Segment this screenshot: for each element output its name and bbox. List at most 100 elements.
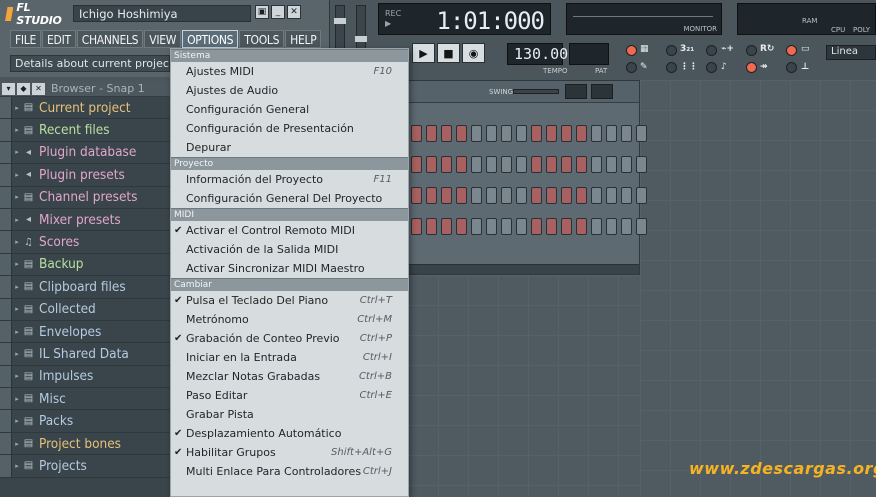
step-button[interactable] (576, 187, 587, 204)
snap-toggle[interactable] (786, 62, 797, 73)
menu-tools[interactable]: TOOLS (239, 30, 285, 48)
browser-item[interactable]: ▸ ▤ Collected (0, 298, 170, 321)
menu-item[interactable]: Activar Sincronizar MIDI Maestro (171, 259, 408, 278)
menu-item[interactable]: Mezclar Notas Grabadas Ctrl+B (171, 367, 408, 386)
step-button[interactable] (471, 125, 482, 142)
master-volume-slider[interactable] (334, 5, 346, 53)
step-button[interactable] (486, 187, 497, 204)
step-button[interactable] (576, 218, 587, 235)
step-button[interactable] (426, 125, 437, 142)
workspace-grid[interactable] (408, 275, 640, 497)
step-button[interactable] (531, 218, 542, 235)
expand-arrow-icon[interactable]: ▸ (12, 395, 22, 403)
step-button[interactable] (591, 156, 602, 173)
expand-arrow-icon[interactable]: ▸ (12, 126, 22, 134)
menu-options[interactable]: OPTIONS (182, 30, 239, 48)
browser-item[interactable]: ▸ ▤ Current project (0, 97, 170, 120)
keyboard-editor-button[interactable] (591, 84, 613, 99)
blend-toggle[interactable] (706, 45, 717, 56)
step-button[interactable] (471, 156, 482, 173)
countdown-toggle[interactable] (666, 45, 677, 56)
multilink-toggle[interactable] (786, 45, 797, 56)
browser-item[interactable]: ▸ ◂ Mixer presets (0, 208, 170, 232)
expand-arrow-icon[interactable]: ▸ (12, 462, 22, 470)
browser-close-button[interactable]: ✕ (32, 82, 45, 95)
expand-arrow-icon[interactable]: ▸ (12, 440, 22, 448)
snap-select[interactable]: Linea (826, 45, 876, 60)
step-button[interactable] (621, 218, 632, 235)
expand-arrow-icon[interactable]: ▸ (12, 216, 22, 224)
step-button[interactable] (501, 218, 512, 235)
step-button[interactable] (471, 218, 482, 235)
step-button[interactable] (561, 125, 572, 142)
slider-knob[interactable] (334, 18, 346, 24)
browser-collapse-button[interactable]: ◆ (17, 82, 30, 95)
browser-item[interactable]: ▸ ▤ Impulses (0, 365, 170, 389)
browser-item[interactable]: ▸ ▤ Channel presets (0, 186, 170, 209)
menu-view[interactable]: VIEW (144, 30, 182, 48)
step-button[interactable] (606, 125, 617, 142)
step-button[interactable] (591, 125, 602, 142)
menu-item[interactable]: ✔ Activar el Control Remoto MIDI (171, 221, 408, 240)
browser-item[interactable]: ▸ ▤ Packs (0, 410, 170, 433)
menu-item[interactable]: Información del Proyecto F11 (171, 170, 408, 189)
step-button[interactable] (426, 156, 437, 173)
browser-item[interactable]: ▸ ▤ Recent files (0, 119, 170, 142)
browser-item[interactable]: ▸ ◂ Plugin database (0, 141, 170, 165)
menu-item[interactable]: ✔ Pulsa el Teclado Del Piano Ctrl+T (171, 291, 408, 310)
step-button[interactable] (486, 156, 497, 173)
step-edit-toggle[interactable] (626, 62, 637, 73)
menu-item[interactable]: Activación de la Salida MIDI (171, 240, 408, 259)
browser-item[interactable]: ▸ ▤ Misc (0, 388, 170, 411)
step-button[interactable] (426, 218, 437, 235)
expand-arrow-icon[interactable]: ▸ (12, 104, 22, 112)
slider-knob[interactable] (355, 36, 367, 42)
step-button[interactable] (501, 187, 512, 204)
step-button[interactable] (546, 125, 557, 142)
browser-item[interactable]: ▸ ▤ Envelopes (0, 320, 170, 344)
master-pitch-slider[interactable] (355, 5, 367, 53)
menu-help[interactable]: HELP (285, 30, 322, 48)
wait-toggle[interactable] (666, 62, 677, 73)
browser-item[interactable]: ▸ ▤ Backup (0, 253, 170, 277)
step-button[interactable] (606, 218, 617, 235)
menu-channels[interactable]: CHANNELS (76, 30, 144, 48)
step-button[interactable] (486, 218, 497, 235)
step-button[interactable] (516, 187, 527, 204)
step-button[interactable] (546, 156, 557, 173)
step-button[interactable] (561, 156, 572, 173)
menu-item[interactable]: Metrónomo Ctrl+M (171, 310, 408, 329)
expand-arrow-icon[interactable]: ▸ (12, 171, 22, 179)
menu-item[interactable]: Configuración de Presentación (171, 119, 408, 138)
browser-item[interactable]: ▸ ♫ Scores (0, 231, 170, 254)
expand-arrow-icon[interactable]: ▸ (12, 283, 22, 291)
tempo-display[interactable]: 130.000 (507, 43, 577, 65)
step-button[interactable] (576, 125, 587, 142)
expand-arrow-icon[interactable]: ▸ (12, 148, 22, 156)
menu-edit[interactable]: EDIT (42, 30, 76, 48)
step-button[interactable] (531, 156, 542, 173)
song-title-field[interactable]: Ichigo Hoshimiya (73, 5, 251, 22)
step-button[interactable] (456, 218, 467, 235)
menu-item[interactable]: ✔ Habilitar Grupos Shift+Alt+G (171, 443, 408, 462)
step-button[interactable] (636, 156, 647, 173)
step-button[interactable] (591, 218, 602, 235)
step-button[interactable] (441, 156, 452, 173)
browser-item[interactable]: ▸ ◂ Plugin presets (0, 164, 170, 187)
step-button[interactable] (606, 156, 617, 173)
step-button[interactable] (561, 218, 572, 235)
step-button[interactable] (456, 156, 467, 173)
swing-slider[interactable] (513, 89, 559, 94)
menu-item[interactable]: ✔ Desplazamiento Automático (171, 424, 408, 443)
record-button[interactable]: ◉ (462, 43, 485, 63)
menu-item[interactable]: Paso Editar Ctrl+E (171, 386, 408, 405)
menu-item[interactable]: Grabar Pista (171, 405, 408, 424)
browser-item[interactable]: ▸ ▤ Projects (0, 455, 170, 478)
time-display[interactable]: REC ▶ 1:01:000 (378, 3, 551, 35)
menu-item[interactable]: Ajustes de Audio (171, 81, 408, 100)
metronome-toggle[interactable] (746, 62, 757, 73)
step-button[interactable] (411, 156, 422, 173)
menu-item[interactable]: Iniciar en la Entrada Ctrl+I (171, 348, 408, 367)
typing-keyboard-toggle[interactable] (626, 45, 637, 56)
browser-menu-button[interactable]: ▾ (2, 82, 15, 95)
